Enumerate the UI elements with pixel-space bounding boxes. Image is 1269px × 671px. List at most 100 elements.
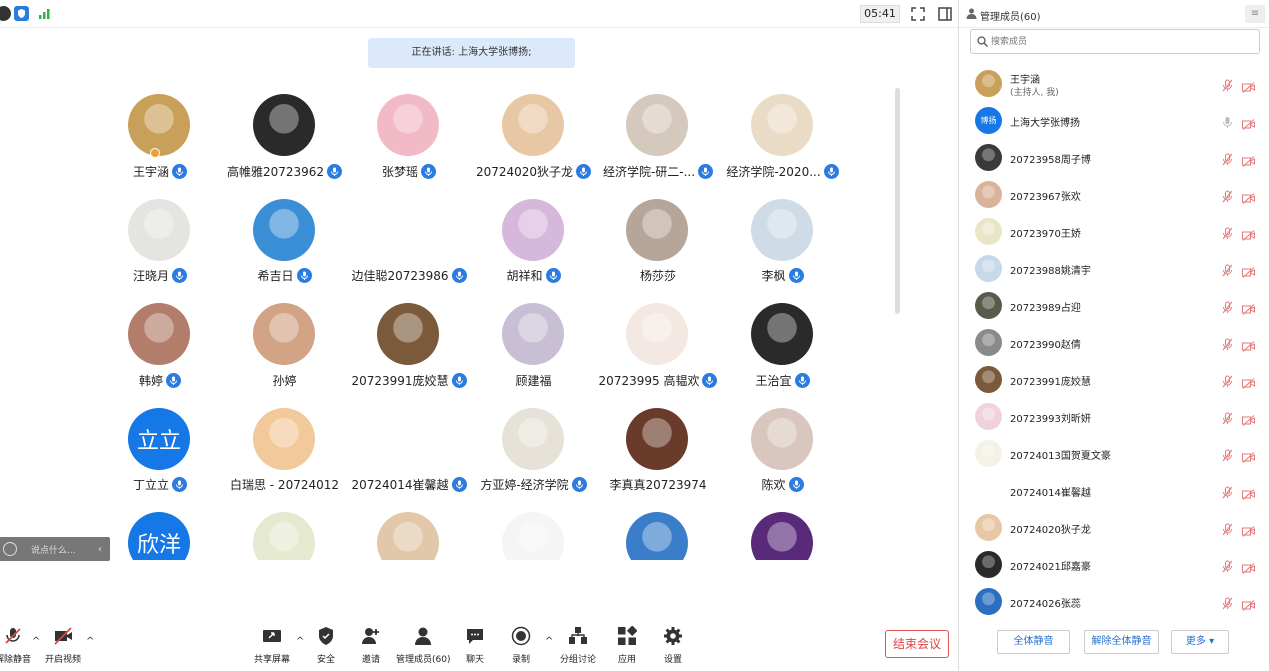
- member-search-box[interactable]: [970, 29, 1260, 54]
- participant-tile[interactable]: 白瑞思 - 20724012: [223, 407, 347, 512]
- participant-tile[interactable]: 孙婷: [223, 303, 347, 407]
- unmute-all-button[interactable]: 解除全体静音: [1084, 630, 1159, 654]
- camera-off-icon[interactable]: [1242, 596, 1255, 611]
- mute-button[interactable]: 解除静音: [0, 626, 40, 670]
- mic-muted-icon[interactable]: [1221, 151, 1234, 166]
- member-row[interactable]: 20723990赵倩: [959, 324, 1269, 361]
- camera-off-icon[interactable]: [1242, 374, 1255, 389]
- member-row[interactable]: 20724026张蕊: [959, 583, 1269, 615]
- member-row[interactable]: 20724021邱嘉豪: [959, 546, 1269, 583]
- participant-tile[interactable]: 王宇涵: [98, 94, 222, 198]
- participant-tile[interactable]: 胡祥和: [472, 198, 596, 303]
- fullscreen-icon[interactable]: [910, 6, 926, 22]
- record-button[interactable]: 录制: [494, 626, 548, 670]
- participant-tile[interactable]: 希吉日: [223, 198, 347, 303]
- participant-tile[interactable]: 欣洋: [98, 512, 222, 560]
- collapse-icon[interactable]: ‹: [98, 544, 102, 555]
- camera-off-icon[interactable]: [1242, 559, 1255, 574]
- member-row[interactable]: 20723967张欢: [959, 176, 1269, 213]
- participant-tile[interactable]: 陈欢: [721, 407, 845, 512]
- participant-tile[interactable]: 顾建福: [472, 303, 596, 407]
- participant-tile[interactable]: [596, 512, 720, 560]
- camera-off-icon[interactable]: [1242, 448, 1255, 463]
- camera-off-icon[interactable]: [1242, 263, 1255, 278]
- member-row[interactable]: 20724020狄子龙: [959, 509, 1269, 546]
- mic-muted-icon[interactable]: [1221, 595, 1234, 610]
- member-row[interactable]: 20723989占迎: [959, 287, 1269, 324]
- mic-icon[interactable]: [1221, 114, 1234, 128]
- participant-tile[interactable]: 20724014崔馨越: [347, 407, 471, 512]
- breakout-button[interactable]: 分组讨论: [551, 626, 605, 670]
- video-options-chevron-icon[interactable]: ^: [86, 636, 94, 647]
- participant-tile[interactable]: 杨莎莎: [596, 198, 720, 303]
- camera-off-icon[interactable]: [1242, 411, 1255, 426]
- settings-button[interactable]: 设置: [646, 626, 700, 670]
- participant-tile[interactable]: 经济学院-2020...: [721, 94, 845, 198]
- member-row[interactable]: 博扬 上海大学张博扬: [959, 102, 1269, 139]
- status-icon[interactable]: [0, 6, 11, 21]
- participant-tile[interactable]: 高帷雅20723962: [223, 94, 347, 198]
- participant-tile[interactable]: 李真真20723974: [596, 407, 720, 512]
- panel-menu-icon[interactable]: ≡: [1245, 5, 1265, 23]
- participant-tile[interactable]: 汪晓月: [98, 198, 222, 303]
- member-row[interactable]: 20723958周子博: [959, 139, 1269, 176]
- participant-tile[interactable]: 方亚婷-经济学院: [472, 407, 596, 512]
- participant-tile[interactable]: 李枫: [721, 198, 845, 303]
- camera-off-icon[interactable]: [1242, 115, 1255, 130]
- mute-all-button[interactable]: 全体静音: [997, 630, 1070, 654]
- participant-tile[interactable]: 边佳聪20723986: [347, 198, 471, 303]
- mic-muted-icon[interactable]: [1221, 188, 1234, 203]
- more-button[interactable]: 更多 ▾: [1171, 630, 1229, 654]
- layout-icon[interactable]: [937, 6, 953, 22]
- camera-off-icon[interactable]: [1242, 337, 1255, 352]
- camera-off-icon[interactable]: [1242, 189, 1255, 204]
- participant-tile[interactable]: [223, 512, 347, 560]
- participant-tile[interactable]: [721, 512, 845, 560]
- camera-off-icon[interactable]: [1242, 522, 1255, 537]
- member-row[interactable]: 20724013国贺夏文豪: [959, 435, 1269, 472]
- member-row[interactable]: 20724014崔馨越: [959, 472, 1269, 509]
- shield-icon[interactable]: [14, 6, 29, 21]
- mic-muted-icon[interactable]: [1221, 484, 1234, 499]
- signal-icon[interactable]: [37, 6, 52, 21]
- member-search-input[interactable]: [991, 34, 1241, 49]
- member-row[interactable]: 王宇涵 (主持人, 我): [959, 65, 1269, 102]
- chat-input-bar[interactable]: 说点什么... ‹: [0, 537, 110, 561]
- share-screen-button[interactable]: 共享屏幕: [245, 626, 299, 670]
- mic-muted-icon[interactable]: [1221, 521, 1234, 536]
- manage-members-button[interactable]: 管理成员(60): [396, 626, 450, 670]
- chat-input-placeholder[interactable]: 说点什么...: [31, 543, 76, 556]
- mic-muted-icon[interactable]: [1221, 262, 1234, 277]
- mic-muted-icon[interactable]: [1221, 558, 1234, 573]
- invite-button[interactable]: 邀请: [344, 626, 398, 670]
- video-button[interactable]: 开启视频: [36, 626, 90, 670]
- gallery-scrollbar[interactable]: [895, 88, 900, 314]
- participant-tile[interactable]: [472, 512, 596, 560]
- participant-tile[interactable]: 经济学院-研二-...: [596, 94, 720, 198]
- member-row[interactable]: 20723991庞姣慧: [959, 361, 1269, 398]
- participant-tile[interactable]: 韩婷: [98, 303, 222, 407]
- participant-tile[interactable]: 20724020狄子龙: [472, 94, 596, 198]
- member-row[interactable]: 20723988姚清宇: [959, 250, 1269, 287]
- participant-tile[interactable]: 20723995 高韫欢: [596, 303, 720, 407]
- camera-off-icon[interactable]: [1242, 485, 1255, 500]
- camera-off-icon[interactable]: [1242, 152, 1255, 167]
- participant-tile[interactable]: 张梦瑶: [347, 94, 471, 198]
- participant-tile[interactable]: [347, 512, 471, 560]
- mic-muted-icon[interactable]: [1221, 447, 1234, 462]
- mic-muted-icon[interactable]: [1221, 373, 1234, 388]
- participant-tile[interactable]: 王治宜: [721, 303, 845, 407]
- participant-tile[interactable]: 立立 丁立立: [98, 407, 222, 512]
- member-row[interactable]: 20723970王娇: [959, 213, 1269, 250]
- mic-muted-icon[interactable]: [1221, 299, 1234, 314]
- participant-tile[interactable]: 20723991庞姣慧: [347, 303, 471, 407]
- member-row[interactable]: 20723993刘昕妍: [959, 398, 1269, 435]
- camera-off-icon[interactable]: [1242, 226, 1255, 241]
- camera-off-icon[interactable]: [1242, 78, 1255, 93]
- end-meeting-button[interactable]: 结束会议: [885, 630, 949, 658]
- emoji-icon[interactable]: [3, 542, 17, 556]
- mic-muted-icon[interactable]: [1221, 225, 1234, 240]
- mic-muted-icon[interactable]: [1221, 410, 1234, 425]
- camera-off-icon[interactable]: [1242, 300, 1255, 315]
- mic-muted-icon[interactable]: [1221, 336, 1234, 351]
